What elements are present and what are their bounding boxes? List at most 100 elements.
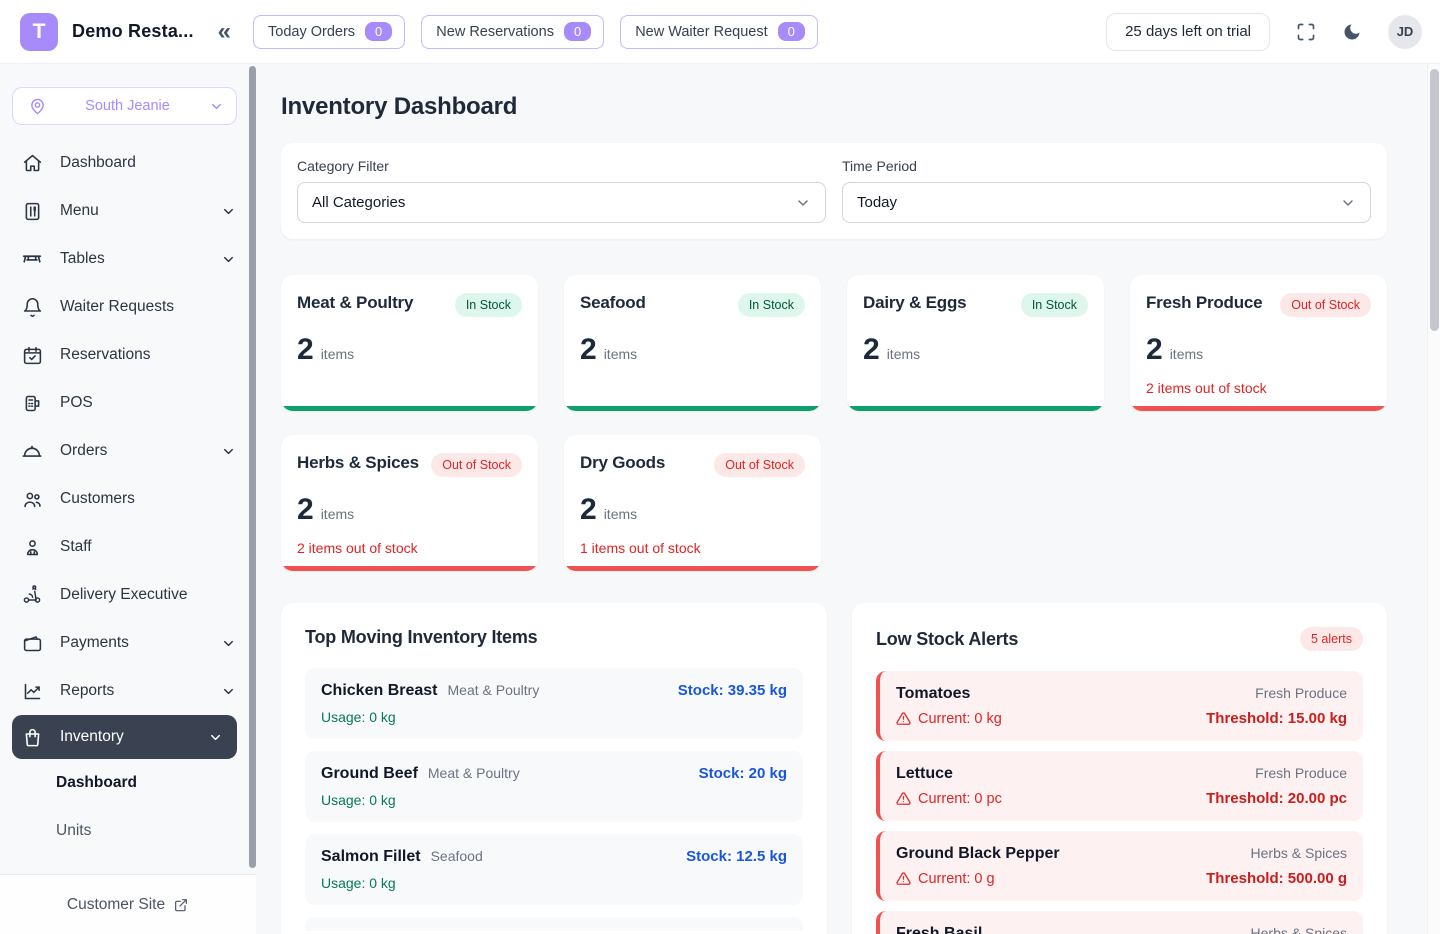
sidebar-item-delivery-executive[interactable]: Delivery Executive (0, 571, 256, 619)
alert-row: Tomatoes Fresh Produce Current: 0 kg Thr… (876, 671, 1363, 741)
wallet-icon (20, 633, 44, 654)
alert-current: Current: 0 g (896, 871, 995, 887)
new-waiter-request-button[interactable]: New Waiter Request 0 (620, 15, 818, 49)
warning-icon (896, 711, 911, 726)
collapse-sidebar-icon[interactable]: « (218, 20, 231, 44)
sidebar-item-label: Dashboard (60, 154, 236, 172)
alert-item-category: Herbs & Spices (1251, 845, 1347, 861)
chevron-down-icon (208, 730, 223, 745)
today-orders-count-badge: 0 (365, 22, 392, 41)
sidebar: South Jeanie Dashboard Menu Tables Waite… (0, 64, 256, 934)
category-card-fresh-produce: Fresh ProduceOut of Stock 2items 2 items… (1130, 275, 1387, 411)
top-moving-title: Top Moving Inventory Items (305, 627, 537, 648)
category-name: Dry Goods (580, 453, 665, 473)
main-scrollbar-track[interactable] (1427, 64, 1440, 934)
sidebar-subitem-inventory-dashboard[interactable]: Dashboard (0, 759, 256, 807)
item-stock: Stock: 12.5 kg (686, 848, 787, 865)
sidebar-item-menu[interactable]: Menu (0, 187, 256, 235)
time-period-group: Time Period Today (842, 158, 1371, 223)
sidebar-item-waiter-requests[interactable]: Waiter Requests (0, 283, 256, 331)
calendar-check-icon (20, 345, 44, 366)
main-scrollbar-thumb[interactable] (1430, 69, 1439, 331)
category-card-dry-goods: Dry GoodsOut of Stock 2items 1 items out… (564, 435, 821, 571)
warning-icon (896, 871, 911, 886)
stock-status-bar (1130, 406, 1387, 411)
user-avatar[interactable]: JD (1388, 15, 1422, 49)
category-card-dairy-eggs: Dairy & EggsIn Stock 2items (847, 275, 1104, 411)
status-badge: In Stock (738, 293, 805, 317)
fullscreen-icon[interactable] (1296, 22, 1316, 42)
alert-item-category: Fresh Produce (1255, 685, 1347, 701)
item-usage: Usage: 0 kg (321, 875, 787, 891)
customer-site-link[interactable]: Customer Site (0, 874, 256, 934)
alert-item-category: Herbs & Spices (1251, 925, 1347, 934)
sidebar-item-label: POS (60, 394, 236, 412)
category-count: 2 (297, 333, 314, 367)
category-name: Herbs & Spices (297, 453, 419, 473)
stock-status-bar (281, 406, 538, 411)
category-name: Seafood (580, 293, 646, 313)
item-stock: Stock: 20 kg (699, 765, 787, 782)
chevron-down-icon (221, 684, 236, 699)
category-unit: items (321, 346, 354, 362)
item-name: Chicken Breast (321, 682, 438, 700)
inventory-basket-icon (20, 727, 44, 748)
header-right-group: 25 days left on trial JD (1106, 13, 1440, 51)
time-period-select[interactable]: Today (842, 182, 1371, 223)
status-badge: Out of Stock (431, 453, 522, 477)
sidebar-item-dashboard[interactable]: Dashboard (0, 139, 256, 187)
sidebar-item-label: Menu (60, 202, 221, 220)
sidebar-item-pos[interactable]: POS (0, 379, 256, 427)
category-unit: items (1170, 346, 1203, 362)
category-count: 2 (297, 493, 314, 527)
item-category: Meat & Poultry (448, 682, 540, 698)
alert-row: Ground Black Pepper Herbs & Spices Curre… (876, 831, 1363, 901)
sidebar-item-inventory[interactable]: Inventory (12, 715, 237, 759)
sidebar-item-label: Delivery Executive (60, 586, 236, 604)
low-stock-panel: Low Stock Alerts 5 alerts Tomatoes Fresh… (852, 603, 1387, 934)
cloche-icon (20, 440, 44, 462)
chevron-down-icon (795, 195, 811, 211)
sidebar-scrollbar[interactable] (249, 66, 256, 868)
item-name: Salmon Fillet (321, 848, 421, 866)
bottom-panels: Top Moving Inventory Items Chicken Breas… (281, 603, 1387, 934)
app-logo: T (20, 13, 58, 51)
alert-row-partial: Fresh Basil Herbs & Spices (876, 911, 1363, 934)
item-category: Seafood (431, 848, 483, 864)
sidebar-item-customers[interactable]: Customers (0, 475, 256, 523)
trial-status-button[interactable]: 25 days left on trial (1106, 13, 1270, 51)
chevron-down-icon (1340, 195, 1356, 211)
category-filter-label: Category Filter (297, 158, 826, 174)
category-unit: items (321, 506, 354, 522)
alert-threshold: Threshold: 20.00 pc (1206, 790, 1347, 807)
sidebar-item-orders[interactable]: Orders (0, 427, 256, 475)
sidebar-item-staff[interactable]: Staff (0, 523, 256, 571)
category-name: Dairy & Eggs (863, 293, 966, 313)
category-name: Meat & Poultry (297, 293, 413, 313)
chevron-down-icon (209, 99, 224, 114)
location-selector[interactable]: South Jeanie (12, 87, 237, 125)
sidebar-subitem-inventory-units[interactable]: Units (0, 807, 256, 855)
alert-item-name: Fresh Basil (896, 925, 982, 934)
category-filter-select[interactable]: All Categories (297, 182, 826, 223)
alerts-count-badge: 5 alerts (1300, 627, 1363, 651)
sidebar-item-reservations[interactable]: Reservations (0, 331, 256, 379)
sidebar-item-payments[interactable]: Payments (0, 619, 256, 667)
sidebar-item-reports[interactable]: Reports (0, 667, 256, 715)
chevron-down-icon (221, 204, 236, 219)
low-stock-title: Low Stock Alerts (876, 629, 1018, 650)
sidebar-item-label: Reports (60, 682, 221, 700)
new-reservations-button[interactable]: New Reservations 0 (421, 15, 604, 49)
today-orders-button[interactable]: Today Orders 0 (253, 15, 405, 49)
dark-mode-toggle-icon[interactable] (1342, 22, 1362, 42)
sidebar-item-tables[interactable]: Tables (0, 235, 256, 283)
alert-current: Current: 0 pc (896, 791, 1002, 807)
stock-status-bar (564, 406, 821, 411)
category-unit: items (887, 346, 920, 362)
stock-status-bar (281, 566, 538, 571)
users-icon (20, 489, 44, 510)
menu-book-icon (20, 201, 44, 222)
category-card-herbs-spices: Herbs & SpicesOut of Stock 2items 2 item… (281, 435, 538, 571)
sidebar-nav: Dashboard Menu Tables Waiter Requests Re… (0, 139, 256, 855)
top-moving-panel: Top Moving Inventory Items Chicken Breas… (281, 603, 827, 934)
